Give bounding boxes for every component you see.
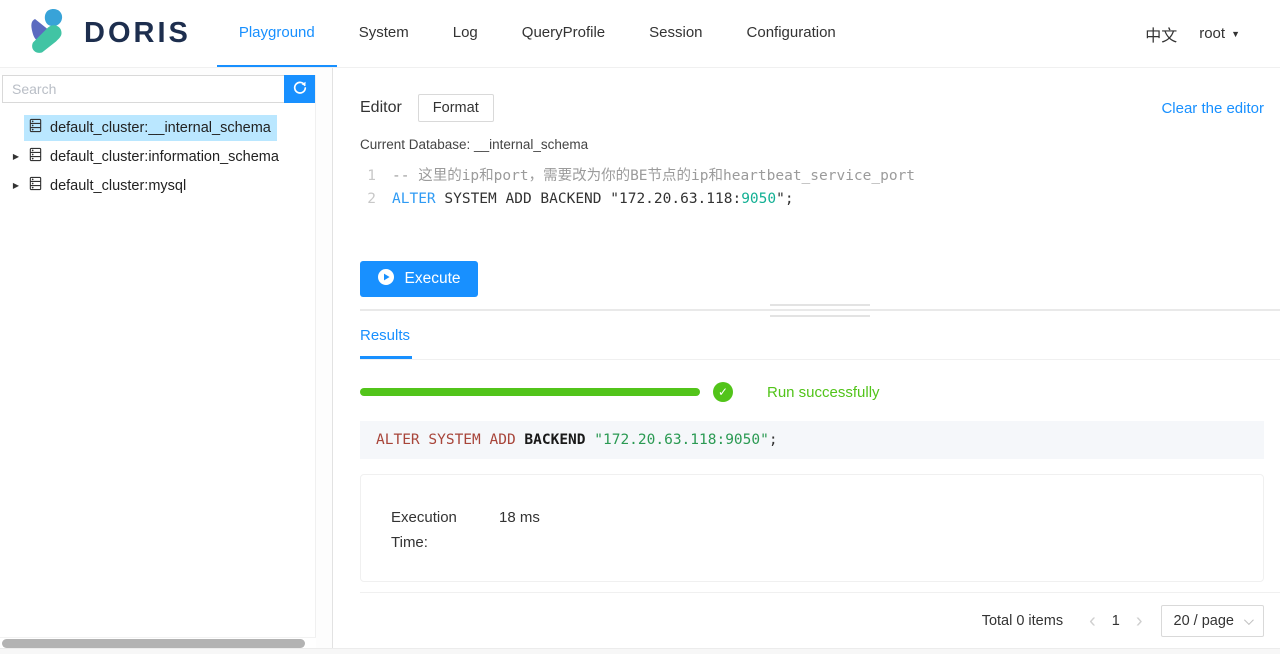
top-navbar: DORIS Playground System Log QueryProfile… [0,0,1280,68]
refresh-button[interactable] [284,75,315,103]
nav-item-queryprofile[interactable]: QueryProfile [500,0,627,67]
database-sidebar: default_cluster:__internal_schema ▶ [0,68,333,654]
sql-semicolon: ; [769,432,778,448]
database-icon [28,176,43,196]
clear-editor-link[interactable]: Clear the editor [1161,100,1264,117]
main-nav: Playground System Log QueryProfile Sessi… [217,0,858,67]
sql-keyword: ALTER [392,191,436,207]
username: root [1199,25,1225,42]
database-tree: default_cluster:__internal_schema ▶ [0,113,315,200]
splitter-grip [770,304,870,306]
next-page-icon[interactable]: › [1128,611,1151,631]
format-button[interactable]: Format [418,94,494,122]
tab-results[interactable]: Results [360,327,412,359]
page-number[interactable]: 1 [1104,613,1128,629]
sql-text: SYSTEM ADD BACKEND "172.20.63.118: [436,191,742,207]
run-status-row: ✓ Run successfully [360,382,1264,402]
page-size-value: 20 / page [1174,613,1234,629]
user-menu[interactable]: root ▼ [1199,25,1240,42]
sql-text: "; [776,191,793,207]
expand-caret-icon[interactable]: ▶ [8,181,24,190]
sql-string: "172.20.63.118:9050" [594,432,769,448]
execute-label: Execute [404,270,460,288]
tree-item-information-schema[interactable]: ▶ default_cluster:i [0,142,315,171]
execute-button[interactable]: Execute [360,261,478,297]
brand-wordmark: DORIS [84,17,191,50]
play-circle-icon [377,268,395,291]
sql-port: 9050 [741,191,776,207]
caret-down-icon: ▼ [1231,29,1240,39]
navbar-right: 中文 root ▼ [1145,22,1240,46]
line-number: 1 [360,165,392,188]
language-switch[interactable]: 中文 [1145,22,1177,46]
pagination-bar: Total 0 items ‹ 1 › 20 / page [360,605,1264,637]
sql-comment: -- 这里的ip和port，需要改为你的BE节点的ip和heartbeat_se… [392,165,915,188]
total-items-label: Total 0 items [982,613,1063,629]
execution-time-card: Execution Time: 18 ms [360,474,1264,582]
pagination-divider [360,592,1280,593]
results-tabbar: Results [360,327,1280,360]
database-icon [28,118,43,138]
current-database-label: Current Database: __internal_schema [360,137,1264,152]
success-check-icon: ✓ [713,382,733,402]
chevron-down-icon [1244,615,1254,625]
editor-line-2: 2 ALTER SYSTEM ADD BACKEND "172.20.63.11… [360,188,1264,211]
splitter-grip [770,315,870,317]
editor-line-1: 1 -- 这里的ip和port，需要改为你的BE节点的ip和heartbeat_… [360,165,1264,188]
sidebar-panel: default_cluster:__internal_schema ▶ [0,75,316,654]
database-icon [28,147,43,167]
sql-editor[interactable]: 1 -- 这里的ip和port，需要改为你的BE节点的ip和heartbeat_… [360,165,1264,261]
search-row [2,75,315,103]
nav-item-log[interactable]: Log [431,0,500,67]
execution-time-value: 18 ms [499,505,540,581]
scrollbar-thumb[interactable] [2,639,305,648]
editor-title: Editor [360,99,402,117]
tree-item-label: default_cluster:__internal_schema [50,120,271,136]
execution-time-label: Execution Time: [391,505,471,581]
editor-header: Editor Format Clear the editor [360,94,1264,122]
sql-identifier: BACKEND [524,432,594,448]
search-input[interactable] [2,75,284,103]
sql-keyword: ALTER SYSTEM ADD [376,432,524,448]
page-bottom-scroll-strip [0,648,1280,654]
horizontal-resize-splitter[interactable] [360,309,1280,311]
nav-item-configuration[interactable]: Configuration [725,0,858,67]
refresh-icon [292,80,308,99]
page-size-select[interactable]: 20 / page [1161,605,1264,637]
doris-logo-icon [28,8,74,59]
playground-main: Editor Format Clear the editor Current D… [333,68,1280,654]
progress-bar [360,388,700,396]
nav-item-system[interactable]: System [337,0,431,67]
tree-item-internal-schema[interactable]: default_cluster:__internal_schema [0,113,315,142]
tree-item-mysql[interactable]: ▶ default_cluster:m [0,171,315,200]
expand-caret-icon[interactable]: ▶ [8,152,24,161]
tree-item-label: default_cluster:mysql [50,178,186,194]
executed-sql-echo: ALTER SYSTEM ADD BACKEND "172.20.63.118:… [360,421,1264,459]
line-number: 2 [360,188,392,211]
nav-item-playground[interactable]: Playground [217,0,337,67]
run-status-text: Run successfully [767,384,880,401]
prev-page-icon[interactable]: ‹ [1081,611,1104,631]
doris-logo[interactable]: DORIS [28,8,191,59]
tree-item-label: default_cluster:information_schema [50,149,279,165]
nav-item-session[interactable]: Session [627,0,724,67]
